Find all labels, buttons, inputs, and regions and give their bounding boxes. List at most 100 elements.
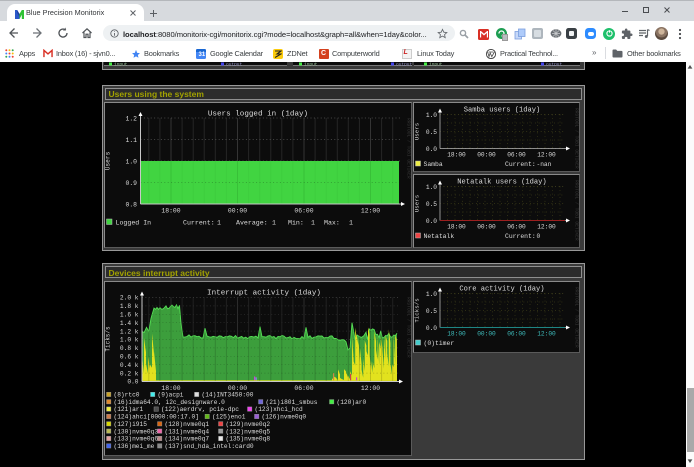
svg-text:0.0: 0.0 [426,218,437,225]
svg-text:(21)i801_smbus: (21)i801_smbus [266,398,318,405]
svg-text:(137)snd_hda_intel:card0: (137)snd_hda_intel:card0 [165,442,254,449]
svg-text:00:00: 00:00 [477,224,496,231]
svg-text:input: input [304,62,318,66]
svg-text:(124)ahci[0000:00:17.0]: (124)ahci[0000:00:17.0] [114,413,199,420]
svg-text:RRDTOOL / TOBI OETIKER: RRDTOOL / TOBI OETIKER [406,118,412,179]
svg-text:1: 1 [349,219,353,226]
svg-text:18:00: 18:00 [447,224,466,231]
svg-text:1.0: 1.0 [125,158,137,165]
svg-text:RRDTOOL / TOBI OETIKER: RRDTOOL / TOBI OETIKER [406,297,412,358]
svg-text:1.8 k: 1.8 k [120,303,139,310]
svg-text:output: output [226,62,243,66]
svg-text:0.6 k: 0.6 k [120,353,139,360]
svg-text:RRDTOOL / TOBI OETIKER: RRDTOOL / TOBI OETIKER [574,108,580,169]
svg-text:00:00: 00:00 [477,330,496,337]
svg-text:06:00: 06:00 [507,330,526,337]
svg-text:1.0: 1.0 [426,184,437,191]
svg-text:12:00: 12:00 [537,151,556,158]
svg-text:(8)rtc0: (8)rtc0 [114,391,140,398]
svg-text:(126)nvme0q0: (126)nvme0q0 [262,413,307,420]
svg-text:Current:: Current: [183,219,215,226]
svg-text:Users: Users [414,122,421,139]
svg-text:06:00: 06:00 [294,207,313,214]
svg-text:Netatalk users (1day): Netatalk users (1day) [457,179,546,187]
svg-text:1.2 k: 1.2 k [120,328,139,335]
svg-text:18:00: 18:00 [161,207,180,214]
svg-text:1.1: 1.1 [125,136,137,143]
svg-text:Current:: Current: [505,233,536,240]
svg-text:12:00: 12:00 [537,330,556,337]
svg-text:00:00: 00:00 [228,207,247,214]
svg-text:output: output [396,62,413,66]
svg-text:00:00: 00:00 [477,151,496,158]
svg-text:Users: Users [414,195,421,212]
svg-text:(121)ar1: (121)ar1 [114,406,144,413]
svg-text:Min:: Min: [288,219,304,226]
svg-text:(130)nvme0q3: (130)nvme0q3 [114,428,159,435]
svg-text:1.0 k: 1.0 k [120,336,139,343]
svg-text:Netatalk: Netatalk [424,233,455,240]
svg-text:0.8 k: 0.8 k [120,345,139,352]
svg-text:12:00: 12:00 [361,207,380,214]
svg-text:(128)nvme0q1: (128)nvme0q1 [165,420,210,427]
svg-text:RRDTOOL / TOBI OETIKER: RRDTOOL / TOBI OETIKER [574,180,580,241]
svg-text:(135)nvme0q8: (135)nvme0q8 [226,435,271,442]
svg-text:Samba users (1day): Samba users (1day) [464,106,541,114]
svg-text:Ticks/s: Ticks/s [105,326,112,352]
svg-text:0.5: 0.5 [426,307,437,314]
svg-text:1.0: 1.0 [426,111,437,118]
svg-text:Interrupt activity (1day): Interrupt activity (1day) [207,289,321,297]
svg-text:0.4 k: 0.4 k [120,361,139,368]
svg-text:Max:: Max: [324,219,340,226]
svg-text:0.5: 0.5 [426,201,437,208]
svg-text:(134)nvme0q7: (134)nvme0q7 [165,435,210,442]
svg-text:(133)nvme0q6: (133)nvme0q6 [114,435,159,442]
svg-text:0.0: 0.0 [127,378,138,385]
svg-text:0.0: 0.0 [426,324,437,331]
svg-text:input: input [429,62,443,66]
svg-text:RRDTOOL / TOBI OETIKER: RRDTOOL / TOBI OETIKER [574,287,580,348]
svg-text:(0)timer: (0)timer [424,340,455,347]
svg-text:Core activity (1day): Core activity (1day) [459,285,544,293]
svg-text:0.9: 0.9 [125,179,137,186]
svg-text:Ticks/s: Ticks/s [414,298,421,322]
svg-text:output: output [546,62,563,66]
svg-text:12:00: 12:00 [537,224,556,231]
svg-text:(120)ar0: (120)ar0 [337,398,367,405]
svg-text:18:00: 18:00 [447,330,466,337]
svg-text:1: 1 [272,219,276,226]
svg-text:(127)i915: (127)i915 [114,420,148,427]
svg-text:0.2 k: 0.2 k [120,370,139,377]
svg-text:0: 0 [537,233,541,240]
svg-text:0.8: 0.8 [125,201,137,208]
svg-text:(123)xhci_hcd: (123)xhci_hcd [255,406,304,413]
svg-text:(14)INT3450:00: (14)INT3450:00 [202,391,254,398]
svg-text:Current:: Current: [505,161,536,168]
svg-text:0.5: 0.5 [426,128,437,135]
svg-text:1.0: 1.0 [426,290,437,297]
svg-text:06:00: 06:00 [507,224,526,231]
svg-text:1.6 k: 1.6 k [120,311,139,318]
svg-text:18:00: 18:00 [447,151,466,158]
svg-text:(16)idma64.0, i2c_designware.0: (16)idma64.0, i2c_designware.0 [114,398,226,405]
svg-text:2.0 k: 2.0 k [120,294,139,301]
svg-text:Users logged in (1day): Users logged in (1day) [208,110,308,118]
svg-text:(9)acpi: (9)acpi [158,391,184,398]
svg-text:(132)nvme0q5: (132)nvme0q5 [226,428,271,435]
svg-text:(129)nvme0q2: (129)nvme0q2 [226,420,271,427]
svg-text:Logged In: Logged In [116,219,152,226]
svg-text:(131)nvme0q4: (131)nvme0q4 [165,428,210,435]
svg-text:06:00: 06:00 [507,151,526,158]
svg-text:1: 1 [217,219,221,226]
svg-text:(136)mei_me: (136)mei_me [114,442,155,449]
svg-text:Average:: Average: [236,219,268,226]
svg-text:input: input [114,62,128,66]
svg-text:(125)eno1: (125)eno1 [212,413,246,420]
svg-text:12:00: 12:00 [361,385,380,392]
svg-text:1.4 k: 1.4 k [120,319,139,326]
svg-text:(122)aerdrv, pcie-dpc: (122)aerdrv, pcie-dpc [161,406,239,413]
svg-text:Samba: Samba [424,161,443,168]
svg-text:-nan: -nan [537,161,552,168]
svg-text:06:00: 06:00 [294,385,313,392]
svg-text:1: 1 [311,219,315,226]
